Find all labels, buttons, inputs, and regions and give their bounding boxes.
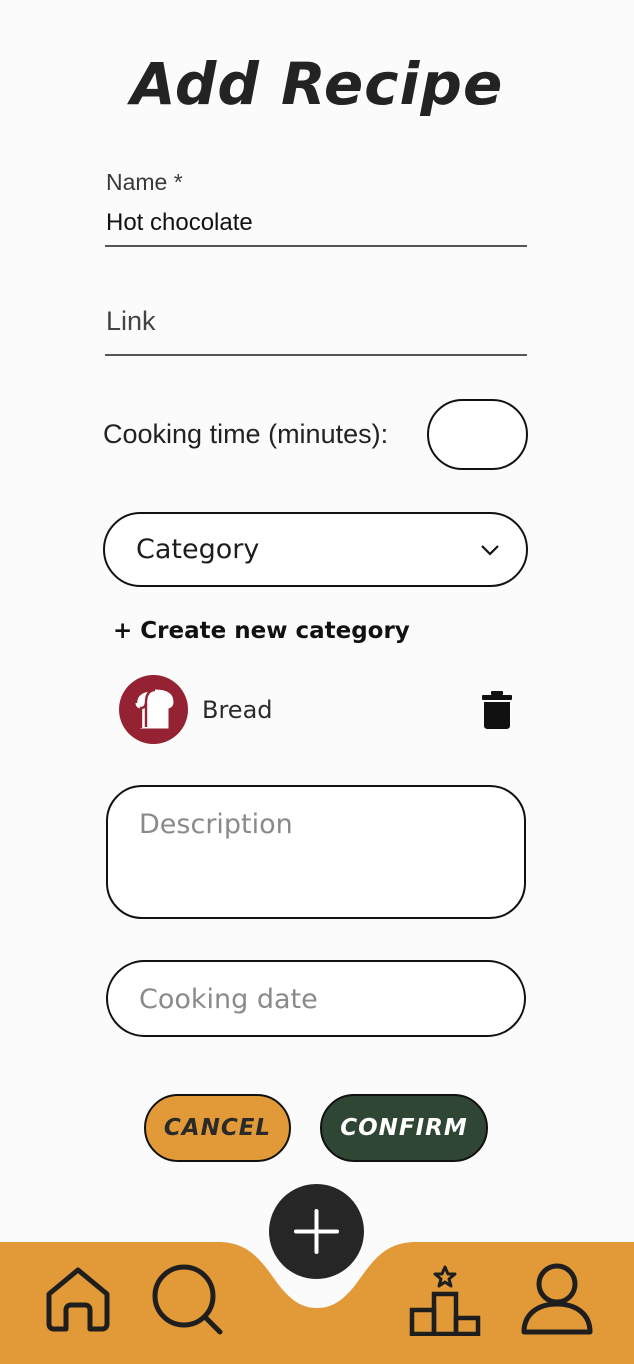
- name-label: Name *: [106, 169, 183, 195]
- link-input[interactable]: Link: [106, 306, 526, 342]
- bread-icon: [119, 675, 188, 744]
- category-select-value: Category: [136, 534, 260, 565]
- link-underline: [105, 354, 527, 356]
- cooking-date-placeholder: Cooking date: [139, 984, 318, 1015]
- ranking-icon[interactable]: [408, 1264, 482, 1337]
- page-title: Add Recipe: [130, 50, 504, 118]
- cooking-date-input[interactable]: Cooking date: [106, 960, 526, 1037]
- search-icon[interactable]: [150, 1264, 224, 1336]
- cancel-button[interactable]: CANCEL: [144, 1094, 291, 1162]
- cooking-time-label: Cooking time (minutes):: [103, 419, 389, 449]
- name-underline: [105, 245, 527, 247]
- trash-icon[interactable]: [481, 690, 513, 730]
- plus-icon: [292, 1207, 341, 1256]
- name-input[interactable]: Hot chocolate: [106, 209, 526, 239]
- category-item-label: Bread: [202, 696, 273, 724]
- confirm-button[interactable]: CONFIRM: [320, 1094, 488, 1162]
- category-select[interactable]: Category: [103, 512, 528, 587]
- description-placeholder: Description: [139, 809, 293, 840]
- category-item-bread: Bread: [118, 675, 518, 745]
- cooking-time-input[interactable]: [427, 399, 528, 470]
- profile-icon[interactable]: [520, 1262, 594, 1336]
- chevron-down-icon: [479, 542, 501, 558]
- home-icon[interactable]: [44, 1264, 112, 1332]
- description-input[interactable]: Description: [106, 785, 526, 919]
- add-button[interactable]: [269, 1184, 364, 1279]
- create-category-link[interactable]: + Create new category: [113, 618, 410, 644]
